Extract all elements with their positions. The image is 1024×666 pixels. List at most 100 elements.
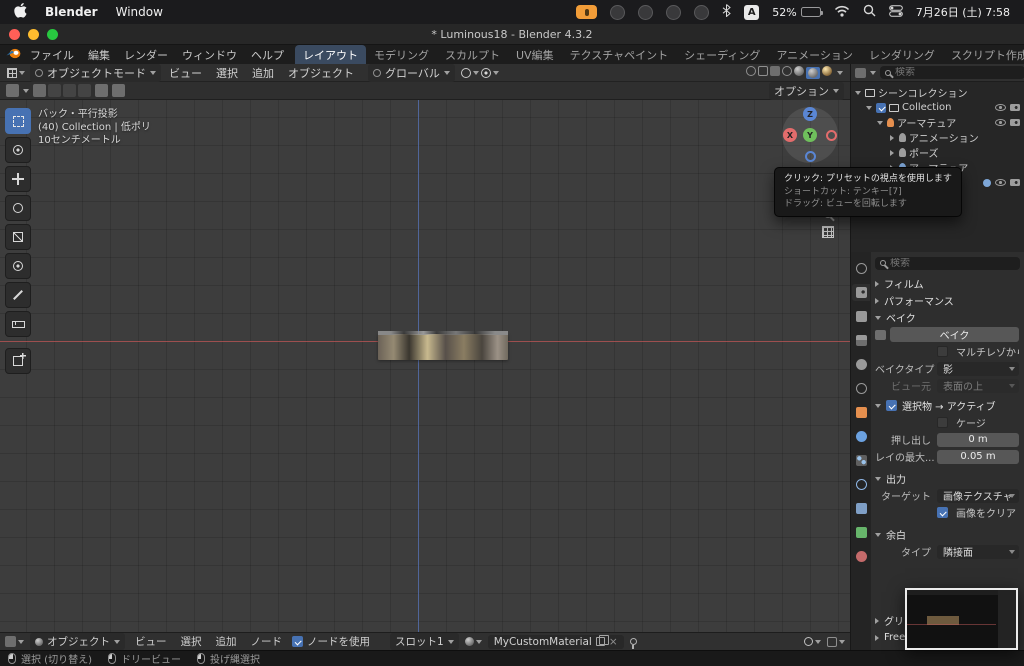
expand-icon[interactable] — [890, 134, 894, 141]
menu-file[interactable]: ファイル — [23, 47, 81, 63]
pin-material-icon[interactable] — [629, 638, 637, 649]
toggle-grid-icon[interactable] — [822, 226, 834, 238]
use-nodes-toggle[interactable]: ノードを使用 — [292, 634, 370, 649]
node-menu-select[interactable]: 選択 — [177, 634, 206, 649]
hide-viewport-icon[interactable] — [995, 104, 1006, 111]
max-ray-field[interactable]: 0.05 m — [937, 449, 1019, 464]
gizmo-y-axis[interactable]: Y — [803, 128, 817, 142]
modifier-wrench-icon[interactable] — [983, 178, 991, 187]
menubar-clock[interactable]: 7月26日 (土) 7:58 — [916, 4, 1010, 20]
node-snap-icon[interactable] — [804, 637, 821, 646]
viewport-menu-select[interactable]: 選択 — [210, 65, 244, 81]
navigation-gizmo[interactable]: Z X Y — [782, 107, 838, 163]
viewport-menu-object[interactable]: オブジェクト — [282, 65, 360, 81]
tab-output-properties[interactable] — [852, 308, 870, 325]
show-overlays-icon[interactable] — [758, 66, 768, 79]
expand-icon[interactable] — [866, 105, 872, 110]
tab-sculpting[interactable]: スカルプト — [437, 45, 508, 65]
unlink-material-icon[interactable]: × — [609, 636, 618, 648]
tab-texture-paint[interactable]: テクスチャペイント — [562, 45, 677, 65]
transform-orientation-selector[interactable]: グローバル — [368, 63, 455, 82]
select-mode-extend-icon[interactable] — [48, 84, 61, 97]
tab-material-properties[interactable] — [852, 548, 870, 565]
battery-indicator[interactable]: 52% — [772, 6, 823, 19]
tab-object-properties[interactable] — [852, 404, 870, 421]
show-gizmo-icon[interactable] — [746, 66, 756, 79]
tab-rendering[interactable]: レンダリング — [861, 45, 943, 65]
panel-film[interactable]: フィルム — [875, 275, 1019, 292]
blender-logo-icon[interactable] — [6, 47, 21, 62]
tool-options-dropdown[interactable]: オプション — [769, 81, 844, 100]
tab-uv-editing[interactable]: UV編集 — [508, 45, 562, 65]
control-center-icon[interactable] — [888, 4, 903, 20]
extrusion-field[interactable]: 0 m — [937, 432, 1019, 447]
node-menu-view[interactable]: ビュー — [131, 634, 171, 649]
outliner-row-pose[interactable]: ポーズ — [851, 145, 1024, 160]
panel-bake[interactable]: ベイク — [875, 309, 1019, 326]
bake-type-dropdown[interactable]: 影 — [937, 361, 1019, 376]
floating-preview-window[interactable] — [905, 588, 1018, 650]
expand-icon[interactable] — [855, 90, 861, 95]
tool-scale[interactable] — [5, 224, 31, 250]
use-nodes-checkbox[interactable] — [292, 636, 303, 647]
tab-render-properties[interactable] — [852, 284, 870, 301]
menubar-menu-window[interactable]: Window — [116, 5, 163, 19]
select-mode-intersect-icon[interactable] — [78, 84, 91, 97]
target-dropdown[interactable]: 画像テクスチャ — [937, 488, 1019, 503]
tool-rotate[interactable] — [5, 195, 31, 221]
clear-image-checkbox[interactable] — [937, 507, 948, 518]
select-mode-subtract-icon[interactable] — [63, 84, 76, 97]
menu-edit[interactable]: 編集 — [81, 47, 117, 63]
margin-type-dropdown[interactable]: 隣接面 — [937, 544, 1019, 559]
tool-presets-dropdown-icon[interactable] — [23, 88, 29, 93]
tab-particle-properties[interactable] — [852, 452, 870, 469]
outliner-display-mode-dropdown[interactable] — [870, 70, 876, 75]
selected-to-active-checkbox[interactable] — [886, 400, 897, 411]
status-icon-1[interactable] — [610, 4, 626, 20]
active-tool-icon[interactable] — [6, 84, 19, 97]
node-menu-add[interactable]: 追加 — [212, 634, 241, 649]
snap-toggle-icon[interactable] — [460, 67, 479, 78]
shading-dropdown-icon[interactable] — [837, 70, 843, 75]
shading-material-icon[interactable] — [806, 66, 820, 79]
tool-move[interactable] — [5, 166, 31, 192]
tool-add-cube[interactable] — [5, 348, 31, 374]
outliner-row-scene-collection[interactable]: シーンコレクション — [851, 85, 1024, 100]
tab-shading[interactable]: シェーディング — [676, 45, 768, 65]
shading-rendered-icon[interactable] — [822, 66, 832, 79]
menu-window[interactable]: ウィンドウ — [175, 47, 244, 63]
outliner-search-input[interactable] — [895, 67, 1020, 78]
hide-viewport-icon[interactable] — [995, 119, 1006, 126]
tab-animation[interactable]: アニメーション — [768, 45, 861, 65]
tab-constraint-properties[interactable] — [852, 500, 870, 517]
select-mode-new-icon[interactable] — [33, 84, 46, 97]
disable-render-icon[interactable] — [1010, 104, 1020, 111]
tab-tool-properties[interactable] — [852, 260, 870, 277]
viewport-menu-add[interactable]: 追加 — [246, 65, 280, 81]
panel-performance[interactable]: パフォーマンス — [875, 292, 1019, 309]
screen-record-mic-indicator[interactable] — [576, 5, 598, 19]
tab-modifier-properties[interactable] — [852, 428, 870, 445]
minimize-window-button[interactable] — [28, 29, 39, 40]
node-menu-node[interactable]: ノード — [247, 634, 287, 649]
view-from-dropdown[interactable]: 表面の上 — [937, 378, 1019, 393]
status-icon-3[interactable] — [666, 4, 682, 20]
wifi-icon[interactable] — [834, 5, 850, 20]
bake-button[interactable]: ベイク — [890, 327, 1019, 342]
proportional-edit-icon[interactable] — [480, 67, 499, 78]
gizmo-x-axis[interactable]: X — [783, 128, 797, 142]
disable-render-icon[interactable] — [1010, 179, 1020, 186]
menu-render[interactable]: レンダー — [117, 47, 175, 63]
subpanel-selected-to-active[interactable]: 選択物 → アクティブ — [875, 397, 1019, 414]
menubar-app-name[interactable]: Blender — [45, 5, 98, 19]
zoom-window-button[interactable] — [47, 29, 58, 40]
editor-type-button[interactable] — [5, 636, 24, 647]
subpanel-output[interactable]: 出力 — [875, 470, 1019, 487]
cage-checkbox[interactable] — [937, 417, 948, 428]
mode-selector[interactable]: オブジェクトモード — [30, 63, 161, 82]
outliner-row-armature[interactable]: アーマテュア — [851, 115, 1024, 130]
tab-scripting[interactable]: スクリプト作成 — [943, 45, 1024, 65]
collection-checkbox[interactable] — [876, 102, 886, 113]
menu-help[interactable]: ヘルプ — [244, 47, 291, 63]
tool-annotate[interactable] — [5, 282, 31, 308]
